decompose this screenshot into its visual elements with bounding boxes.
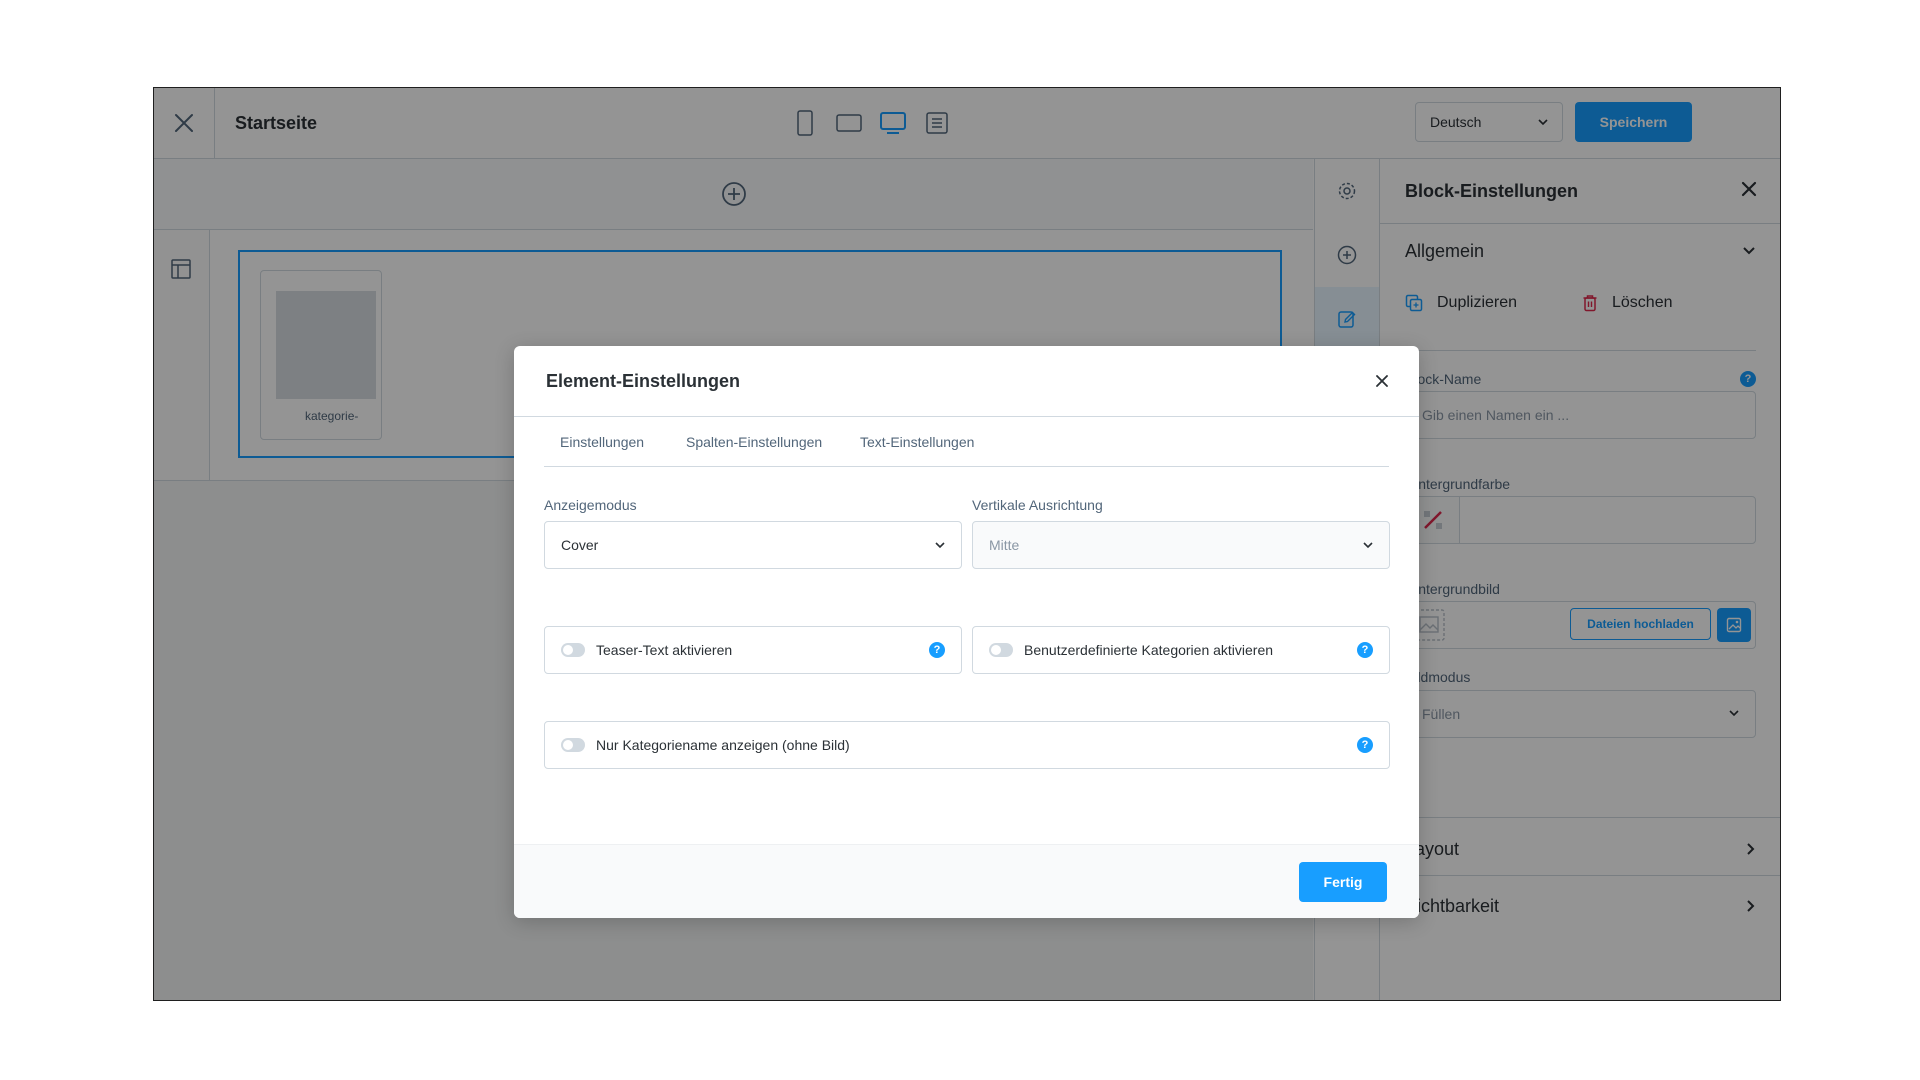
category-name-only-toggle[interactable] [561, 738, 585, 752]
modal-close-button[interactable] [1375, 374, 1389, 393]
display-mode-value: Cover [561, 537, 599, 553]
category-name-only-field: Nur Kategoriename anzeigen (ohne Bild) ? [544, 721, 1390, 769]
tab-settings[interactable]: Einstellungen [560, 434, 644, 450]
teaser-text-field: Teaser-Text aktivieren ? [544, 626, 962, 674]
vertical-align-value: Mitte [989, 537, 1020, 553]
display-mode-select[interactable]: Cover [544, 521, 962, 569]
done-button[interactable]: Fertig [1299, 862, 1387, 902]
chevron-down-icon [1363, 522, 1373, 586]
modal-header: Element-Einstellungen [514, 346, 1419, 417]
category-name-only-label: Nur Kategoriename anzeigen (ohne Bild) [596, 737, 850, 753]
modal-tabs: Einstellungen Spalten-Einstellungen Text… [544, 434, 1389, 467]
vertical-align-select[interactable]: Mitte [972, 521, 1390, 569]
display-mode-label: Anzeigemodus [544, 497, 637, 513]
teaser-text-toggle[interactable] [561, 643, 585, 657]
close-icon [1376, 375, 1388, 387]
teaser-text-label: Teaser-Text aktivieren [596, 642, 733, 658]
vertical-align-label: Vertikale Ausrichtung [972, 497, 1103, 513]
custom-categories-field: Benutzerdefinierte Kategorien aktivieren… [972, 626, 1390, 674]
custom-categories-toggle[interactable] [989, 643, 1013, 657]
element-settings-modal: Element-Einstellungen Einstellungen Spal… [514, 346, 1419, 918]
chevron-down-icon [935, 522, 945, 586]
help-icon[interactable]: ? [1357, 737, 1373, 753]
modal-title: Element-Einstellungen [546, 371, 741, 391]
custom-categories-label: Benutzerdefinierte Kategorien aktivieren [1024, 642, 1274, 658]
help-icon[interactable]: ? [929, 642, 945, 658]
tab-column-settings[interactable]: Spalten-Einstellungen [686, 434, 822, 450]
app-window: Startseite Deutsch Speichern kategorie- … [153, 87, 1781, 1001]
tab-text-settings[interactable]: Text-Einstellungen [860, 434, 974, 450]
help-icon[interactable]: ? [1357, 642, 1373, 658]
modal-footer: Fertig [514, 844, 1419, 918]
